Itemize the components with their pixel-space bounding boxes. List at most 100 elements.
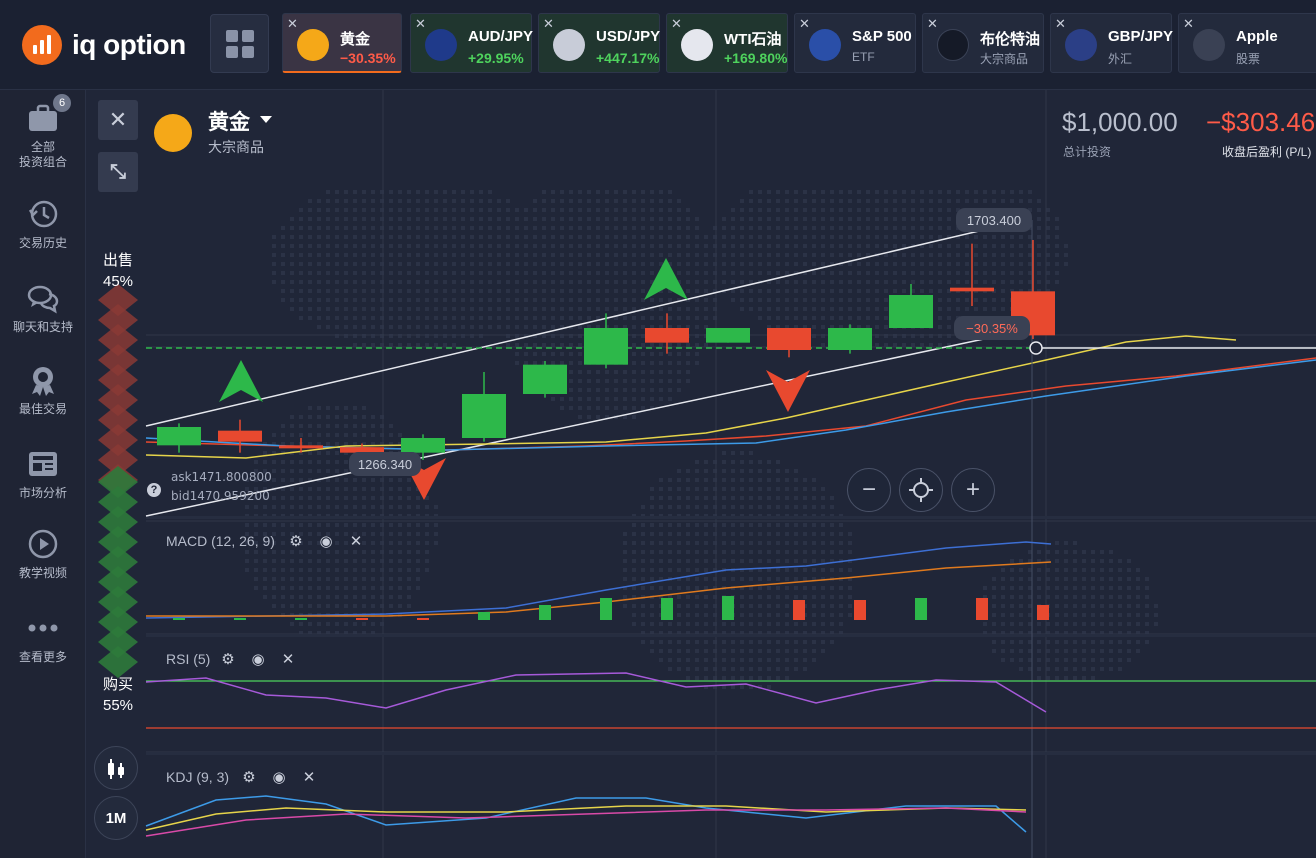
aud-jpy-flag-icon bbox=[425, 29, 457, 61]
rsi-label: RSI (5) bbox=[166, 651, 211, 667]
tab-category: 外汇 bbox=[1108, 52, 1133, 66]
buy-signal-arrow bbox=[644, 258, 688, 300]
brent-drop-icon bbox=[937, 29, 969, 61]
candle bbox=[950, 287, 994, 292]
close-chart-button[interactable]: ✕ bbox=[98, 100, 138, 140]
tab-apple[interactable]: ✕ Apple 股票 bbox=[1178, 13, 1316, 73]
tab-name: GBP/JPY bbox=[1108, 28, 1174, 45]
gear-icon[interactable]: ⚙ bbox=[220, 652, 236, 668]
candle bbox=[584, 328, 628, 365]
chart-type-button[interactable] bbox=[94, 746, 138, 790]
kdj-label: KDJ (9, 3) bbox=[166, 769, 230, 785]
panel-separator bbox=[146, 634, 1316, 637]
sidebar-item-label: 全部 投资组合 bbox=[18, 140, 67, 169]
sidebar-item-label: 市场分析 bbox=[18, 486, 67, 500]
sidebar-item-portfolio[interactable]: 6 全部 投资组合 bbox=[0, 94, 86, 170]
sidebar-item-label: 教学视频 bbox=[18, 566, 67, 580]
macd-tools: ⚙ ◉ ✕ bbox=[288, 534, 364, 550]
close-icon[interactable]: ✕ bbox=[927, 16, 938, 32]
asset-title: 黄金 bbox=[208, 111, 250, 134]
candle bbox=[218, 430, 262, 442]
candle bbox=[828, 328, 872, 350]
tab-name: S&P 500 E bbox=[852, 28, 915, 45]
macd-histogram-bar bbox=[854, 600, 866, 620]
close-icon[interactable]: ✕ bbox=[799, 16, 810, 32]
eye-icon[interactable]: ◉ bbox=[250, 652, 266, 668]
tab-category: 股票 bbox=[1236, 52, 1261, 66]
sidebar-item-best-trades[interactable]: 最佳交易 bbox=[0, 364, 86, 417]
gear-icon[interactable]: ⚙ bbox=[241, 770, 257, 786]
current-change-label: −30.35% bbox=[966, 321, 1018, 336]
tab-brent-oil[interactable]: ✕ 布伦特油 大宗商品 bbox=[922, 13, 1044, 73]
sidebar-item-label: 聊天和支持 bbox=[12, 320, 73, 334]
eye-icon[interactable]: ◉ bbox=[318, 534, 334, 550]
candle bbox=[889, 295, 933, 328]
tab-gbp-jpy[interactable]: ✕ GBP/JPY 外汇 bbox=[1050, 13, 1174, 73]
help-icon[interactable]: ? bbox=[147, 483, 161, 497]
sidebar-item-history[interactable]: 交易历史 bbox=[0, 198, 86, 251]
close-icon[interactable]: ✕ bbox=[348, 534, 364, 550]
crosshair-button[interactable] bbox=[899, 468, 943, 512]
close-icon[interactable]: ✕ bbox=[415, 16, 426, 32]
rsi-line bbox=[145, 672, 1047, 713]
close-icon[interactable]: ✕ bbox=[280, 652, 296, 668]
sell-signal-arrow bbox=[766, 370, 810, 412]
history-clock-icon bbox=[27, 198, 59, 230]
logo[interactable]: iq option bbox=[22, 25, 186, 65]
sidebar-item-more[interactable]: 查看更多 bbox=[0, 612, 86, 665]
asset-category: 大宗商品 bbox=[208, 139, 264, 155]
bid-price: bid1470.959200 bbox=[171, 489, 270, 503]
tab-gold[interactable]: ✕ 黄金 −30.35% bbox=[282, 13, 402, 73]
tab-sp500[interactable]: ✕ S&P 500 E ETF bbox=[794, 13, 916, 73]
close-icon[interactable]: ✕ bbox=[301, 770, 317, 786]
candle bbox=[706, 328, 750, 343]
tab-wti-oil[interactable]: ✕ WTI石油 +169.80% bbox=[666, 13, 788, 73]
profit-loss-label: 收盘后盈利 (P/L) bbox=[1222, 145, 1312, 159]
chevron-down-icon[interactable] bbox=[260, 116, 272, 123]
close-icon[interactable]: ✕ bbox=[543, 16, 554, 32]
close-icon[interactable]: ✕ bbox=[287, 16, 298, 32]
macd-histogram-bar bbox=[478, 612, 490, 620]
eye-icon[interactable]: ◉ bbox=[271, 770, 287, 786]
app-root: iq option ✕ 黄金 −30.35% ✕ AUD/JPY +29.95%… bbox=[0, 0, 1316, 858]
crosshair-icon bbox=[909, 478, 933, 502]
rsi-tools: ⚙ ◉ ✕ bbox=[220, 652, 296, 668]
all-assets-grid-button[interactable] bbox=[210, 14, 269, 73]
chart-area[interactable]: 1703.400 1266.340 −30.35% ✕ ⤡ 黄金 大宗商品 $1,0… bbox=[86, 90, 1316, 858]
sidebar-item-tutorials[interactable]: 教学视频 bbox=[0, 528, 86, 581]
tab-name: Apple bbox=[1236, 28, 1278, 45]
macd-histogram-bar bbox=[173, 618, 185, 620]
buy-signal-arrow bbox=[219, 360, 263, 402]
close-icon[interactable]: ✕ bbox=[1055, 16, 1066, 32]
newspaper-icon bbox=[27, 448, 59, 480]
tab-usd-jpy[interactable]: ✕ USD/JPY +447.17% bbox=[538, 13, 660, 73]
gold-icon bbox=[154, 114, 192, 152]
sidebar-item-chat-support[interactable]: 聊天和支持 bbox=[0, 282, 86, 335]
candle bbox=[340, 447, 384, 453]
ma-mid-line bbox=[145, 359, 1316, 451]
tab-aud-jpy[interactable]: ✕ AUD/JPY +29.95% bbox=[410, 13, 533, 73]
zoom-in-button[interactable]: + bbox=[951, 468, 995, 512]
macd-histogram-bar bbox=[1037, 605, 1049, 620]
usd-jpy-flag-icon bbox=[553, 29, 585, 61]
kdj-tools: ⚙ ◉ ✕ bbox=[241, 770, 317, 786]
sidebar-item-market-analysis[interactable]: 市场分析 bbox=[0, 448, 86, 501]
macd-histogram-bar bbox=[234, 618, 246, 620]
close-icon[interactable]: ✕ bbox=[1183, 16, 1194, 32]
macd-histogram-bar bbox=[600, 598, 612, 620]
timeframe-button[interactable]: 1M bbox=[94, 796, 138, 840]
tab-name: WTI石油 bbox=[724, 31, 782, 48]
tab-change: +29.95% bbox=[468, 50, 524, 66]
close-icon[interactable]: ✕ bbox=[671, 16, 682, 32]
top-bar: iq option ✕ 黄金 −30.35% ✕ AUD/JPY +29.95%… bbox=[0, 0, 1316, 90]
portfolio-count-badge: 6 bbox=[53, 94, 71, 112]
collapse-chart-button[interactable]: ⤡ bbox=[98, 152, 138, 192]
panel-separator bbox=[146, 516, 1316, 519]
candle bbox=[279, 445, 323, 449]
high-price-label: 1703.400 bbox=[967, 213, 1021, 228]
total-investment-value: $1,000.00 bbox=[1062, 107, 1178, 137]
ma-long-line bbox=[145, 357, 1316, 451]
macd-histogram-bar bbox=[356, 618, 368, 620]
zoom-out-button[interactable]: − bbox=[847, 468, 891, 512]
gear-icon[interactable]: ⚙ bbox=[288, 534, 304, 550]
